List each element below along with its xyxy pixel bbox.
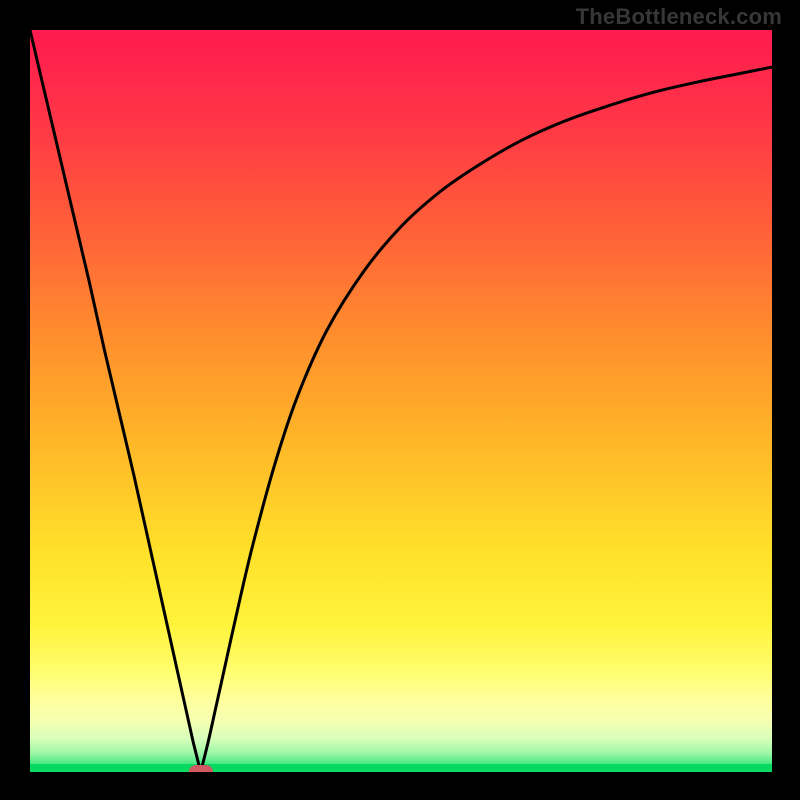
plot-area: [30, 30, 772, 772]
bottleneck-curve: [30, 30, 772, 772]
notch-marker: [189, 765, 213, 772]
chart-frame: TheBottleneck.com: [0, 0, 800, 800]
watermark-text: TheBottleneck.com: [576, 4, 782, 30]
